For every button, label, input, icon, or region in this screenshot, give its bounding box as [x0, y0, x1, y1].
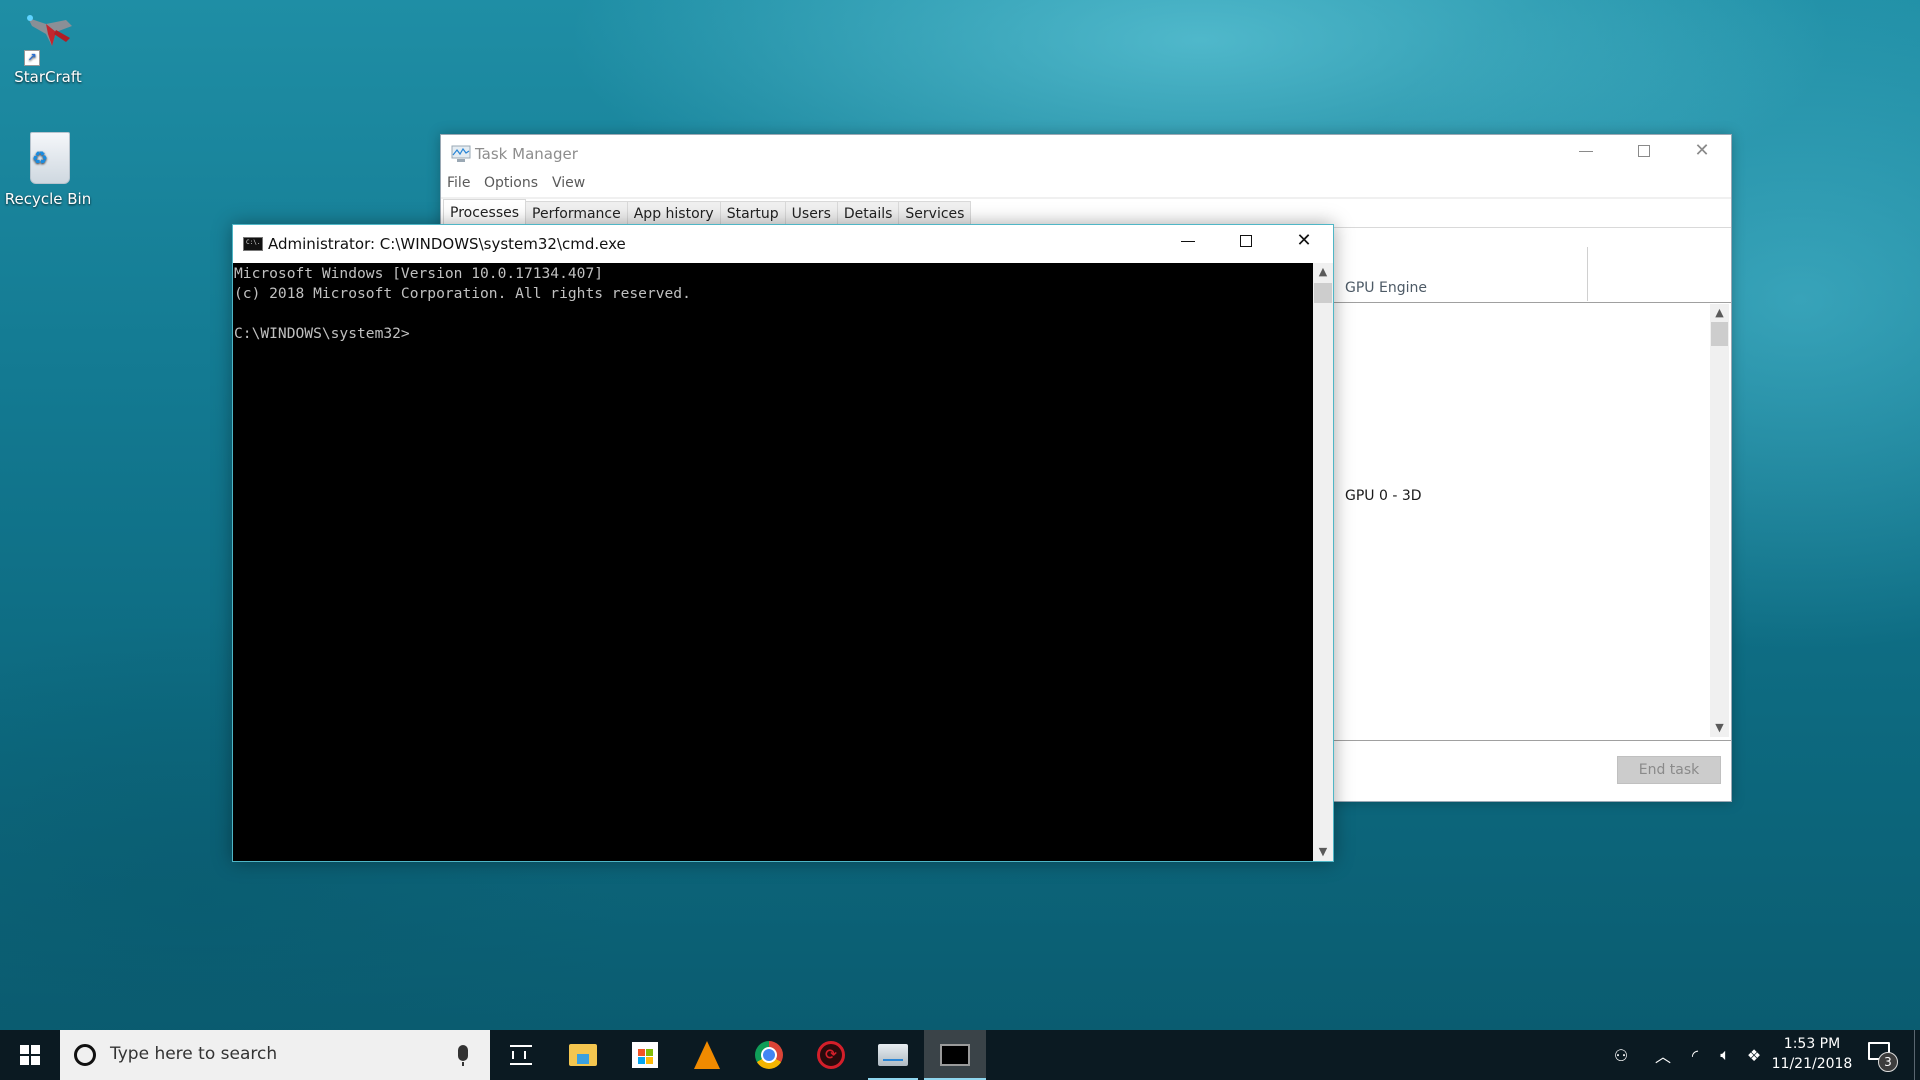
- tab-processes[interactable]: Processes: [443, 199, 527, 226]
- file-explorer-icon: [569, 1044, 597, 1066]
- task-manager-titlebar[interactable]: Task Manager ✕: [441, 135, 1731, 173]
- taskbar-app-store[interactable]: [614, 1030, 676, 1080]
- console-scrollbar[interactable]: ▲ ▼: [1313, 263, 1333, 861]
- store-icon: [632, 1042, 658, 1068]
- people-button[interactable]: ⚇: [1604, 1030, 1638, 1080]
- menu-view[interactable]: View: [552, 175, 585, 191]
- minimize-button[interactable]: [1557, 135, 1615, 167]
- volume-button[interactable]: 🔈︎: [1710, 1030, 1740, 1080]
- scroll-up-icon[interactable]: ▲: [1710, 304, 1729, 322]
- chevron-up-icon: ︿: [1654, 1047, 1671, 1066]
- search-placeholder: Type here to search: [110, 1044, 278, 1064]
- maximize-icon: [1240, 235, 1252, 247]
- desktop-icon-recycle-bin[interactable]: ♻ Recycle Bin: [0, 130, 96, 208]
- desktop-icon-starcraft[interactable]: ↗ StarCraft: [0, 8, 96, 86]
- close-button[interactable]: ✕: [1673, 135, 1731, 167]
- taskbar-app-vlc[interactable]: [676, 1030, 738, 1080]
- windows-logo-icon: [20, 1045, 40, 1065]
- start-button[interactable]: [0, 1030, 60, 1080]
- cmd-window: C:\. Administrator: C:\WINDOWS\system32\…: [232, 224, 1334, 862]
- minimize-icon: [1579, 150, 1593, 152]
- people-icon: ⚇: [1613, 1045, 1629, 1065]
- cmd-title: Administrator: C:\WINDOWS\system32\cmd.e…: [268, 235, 626, 253]
- taskbar: Type here to search ⟳ ⚇ ︿ ◜ 🔈︎ ❖ 1:53 PM: [0, 1030, 1920, 1080]
- gpu-engine-cell: GPU 0 - 3D: [1345, 488, 1422, 504]
- notification-count-badge: 3: [1878, 1052, 1898, 1072]
- task-manager-icon: [878, 1044, 908, 1066]
- minimize-button[interactable]: [1159, 225, 1217, 257]
- menu-options[interactable]: Options: [484, 175, 538, 191]
- close-icon: ✕: [1694, 140, 1710, 161]
- process-list-scrollbar[interactable]: ▲ ▼: [1710, 304, 1729, 737]
- microphone-icon[interactable]: [458, 1045, 468, 1066]
- dropbox-button[interactable]: ❖: [1740, 1030, 1768, 1080]
- show-hidden-icons-button[interactable]: ︿: [1648, 1030, 1678, 1080]
- recycle-bin-icon: ♻: [20, 130, 76, 186]
- shortcut-arrow-icon: ↗: [24, 50, 40, 66]
- console-output[interactable]: Microsoft Windows [Version 10.0.17134.40…: [233, 263, 1313, 861]
- desktop-icon-label: StarCraft: [14, 68, 82, 86]
- geforce-icon: ⟳: [817, 1041, 845, 1069]
- console-line: Microsoft Windows [Version 10.0.17134.40…: [234, 265, 604, 282]
- column-header-gpu-engine[interactable]: GPU Engine: [1345, 280, 1427, 296]
- wifi-icon: ◜: [1691, 1045, 1699, 1065]
- scroll-up-icon[interactable]: ▲: [1313, 263, 1333, 281]
- taskbar-app-geforce[interactable]: ⟳: [800, 1030, 862, 1080]
- cmd-titlebar[interactable]: C:\. Administrator: C:\WINDOWS\system32\…: [233, 225, 1333, 263]
- maximize-icon: [1638, 145, 1650, 157]
- taskbar-app-file-explorer[interactable]: [552, 1030, 614, 1080]
- clock-date: 11/21/2018: [1771, 1056, 1853, 1072]
- column-divider[interactable]: [1587, 247, 1588, 301]
- task-manager-app-icon: [451, 145, 471, 162]
- cortana-icon: [74, 1044, 96, 1066]
- taskbar-app-chrome[interactable]: [738, 1030, 800, 1080]
- search-box[interactable]: Type here to search: [60, 1030, 490, 1080]
- starcraft-shortcut-icon: ↗: [20, 8, 76, 66]
- dropbox-icon: ❖: [1746, 1045, 1762, 1065]
- minimize-icon: [1181, 240, 1195, 242]
- maximize-button[interactable]: [1615, 135, 1673, 167]
- scroll-down-icon[interactable]: ▼: [1313, 843, 1333, 861]
- clock-time: 1:53 PM: [1783, 1036, 1841, 1052]
- desktop-icon-label: Recycle Bin: [4, 190, 92, 208]
- cmd-app-icon: C:\.: [243, 237, 263, 251]
- console-line: (c) 2018 Microsoft Corporation. All righ…: [234, 285, 691, 302]
- menu-separator: [441, 197, 1731, 199]
- chrome-icon: [755, 1041, 783, 1069]
- scroll-thumb[interactable]: [1711, 322, 1728, 346]
- menu-file[interactable]: File: [447, 175, 470, 191]
- console-line: ​: [234, 304, 1313, 324]
- taskbar-app-task-view[interactable]: [490, 1030, 552, 1080]
- vlc-icon: [694, 1041, 720, 1069]
- taskbar-app-task-manager[interactable]: [862, 1030, 924, 1080]
- clock[interactable]: 1:53 PM 11/21/2018: [1770, 1034, 1854, 1074]
- end-task-button[interactable]: End task: [1617, 756, 1721, 784]
- show-desktop-button[interactable]: [1914, 1030, 1920, 1080]
- menu-bar: File Options View: [441, 173, 1731, 197]
- network-button[interactable]: ◜: [1680, 1030, 1710, 1080]
- cmd-icon: [940, 1044, 970, 1066]
- volume-icon: 🔈︎: [1720, 1045, 1730, 1064]
- scroll-down-icon[interactable]: ▼: [1710, 719, 1729, 737]
- close-icon: ✕: [1296, 230, 1312, 251]
- maximize-button[interactable]: [1217, 225, 1275, 257]
- taskbar-app-cmd[interactable]: [924, 1030, 986, 1080]
- task-view-icon: [510, 1045, 532, 1065]
- console-prompt[interactable]: C:\WINDOWS\system32>: [234, 324, 1313, 344]
- close-button[interactable]: ✕: [1275, 225, 1333, 257]
- task-manager-title: Task Manager: [475, 145, 578, 163]
- scroll-thumb[interactable]: [1314, 283, 1332, 303]
